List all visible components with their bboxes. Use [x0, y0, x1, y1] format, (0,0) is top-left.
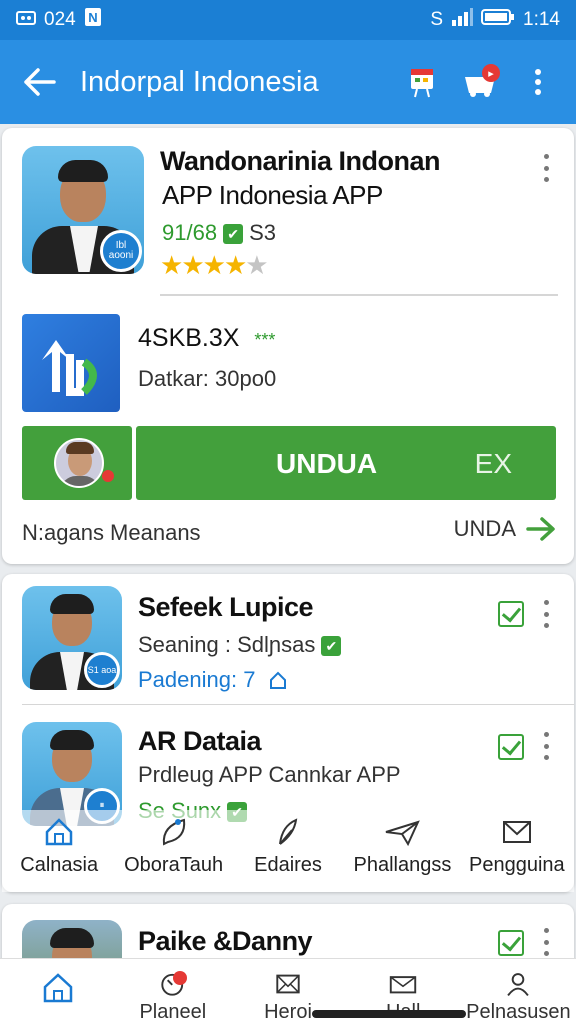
svg-text:N: N [88, 10, 97, 25]
avatar: Ibl aooni [22, 146, 144, 274]
clock: 1:14 [523, 9, 560, 30]
app-name-line2: APP Indonesia APP [162, 180, 383, 210]
checkbox[interactable] [498, 734, 524, 760]
home-icon [43, 973, 72, 1003]
leaf-icon [162, 818, 185, 846]
arrow-right-icon [526, 517, 555, 541]
voicemail-icon [16, 9, 36, 31]
more-menu-button[interactable] [518, 62, 558, 102]
open-link[interactable]: UNDA [454, 516, 556, 542]
nav-home[interactable] [0, 959, 115, 1024]
footer-link[interactable]: N:agans Meanans [22, 520, 201, 546]
rating-stars: ★★★★★ [160, 250, 269, 281]
upload-arrow-icon [42, 340, 97, 396]
cart-button[interactable]: ▸ [460, 62, 500, 102]
star-icon: ★ [202, 250, 226, 280]
avatar [54, 438, 104, 488]
app-size: 4SKB.3X *** [138, 324, 276, 352]
tab-phallangss[interactable]: Phallangss [345, 810, 459, 892]
item-title: Sefeek Lupice [138, 592, 314, 622]
battery-icon [481, 8, 515, 32]
tab-bar: Calnasia OboraTauh Edaires Phallangss Pe… [2, 810, 574, 892]
user-icon [507, 973, 530, 997]
featured-card[interactable]: Ibl aooni Wandonarinia Indonan APP Indon… [2, 128, 574, 564]
avatar: S1 aoa [22, 586, 122, 690]
download-button[interactable]: UNDUA EX [136, 426, 556, 500]
star-empty-icon: ★ [245, 250, 268, 280]
tab-pengguina[interactable]: Pengguina [460, 810, 574, 892]
app-logo [22, 314, 120, 412]
item-title: Paike &Danny [138, 926, 313, 956]
nav-planeel[interactable]: Planeel [115, 959, 230, 1024]
list-item[interactable]: Paike &Danny [2, 904, 574, 1020]
home-outline-icon [269, 671, 286, 689]
home-indicator[interactable] [312, 1010, 466, 1018]
tab-edaires[interactable]: Edaires [231, 810, 345, 892]
checkbox[interactable] [498, 601, 524, 627]
app-detail: Datkar: 30po0 [138, 366, 277, 391]
notification-icon: N [84, 7, 102, 33]
item-menu-button[interactable] [536, 924, 556, 960]
verified-icon: ✔ [223, 224, 244, 245]
plane-icon [386, 820, 421, 847]
card-menu-button[interactable] [536, 150, 556, 186]
divider [22, 704, 574, 705]
tab-calnasia[interactable]: Calnasia [2, 810, 116, 892]
tab-oboratauh[interactable]: OboraTauh [116, 810, 230, 892]
star-icon: ★ [223, 250, 247, 280]
star-icon: ★ [181, 250, 204, 280]
list-item[interactable]: S1 aoa Sefeek Lupice Seaning : Sdlɲsas ✔ … [2, 574, 574, 704]
page-title: Indorpal Indonesia [80, 65, 319, 98]
verified-icon: ✔ [321, 636, 342, 657]
mail-icon [502, 821, 531, 843]
app-meta: 91/68 ✔ S3 [162, 220, 276, 245]
star-icon: ★ [160, 250, 183, 280]
nav-pelnasusen[interactable]: Pelnasusen [461, 959, 576, 1024]
arrow-left-icon [24, 68, 56, 96]
item-menu-button[interactable] [536, 596, 556, 632]
avatar-badge: Ibl aooni [100, 230, 142, 272]
home-icon [45, 818, 73, 846]
item-menu-button[interactable] [536, 728, 556, 764]
envelope-icon [390, 976, 417, 994]
feather-icon [279, 818, 298, 845]
checkbox[interactable] [498, 930, 524, 956]
avatar-badge: S1 aoa [84, 652, 120, 688]
item-status: Padening: 7 [138, 667, 288, 693]
mail-icon [276, 974, 300, 994]
more-vertical-icon [535, 69, 541, 95]
notification-dot [102, 470, 114, 482]
app-bar: Indorpal Indonesia ▸ [0, 40, 576, 124]
list-card: S1 aoa Sefeek Lupice Seaning : Sdlɲsas ✔ … [2, 574, 574, 892]
back-button[interactable] [0, 40, 80, 124]
divider [160, 294, 558, 296]
item-title: AR Dataia [138, 726, 262, 756]
item-subtitle: Seaning : Sdlɲsas ✔ [138, 632, 347, 658]
status-bar: 024 N S 1:14 [0, 0, 576, 40]
app-name-line1: Wandonarinia Indonan [160, 146, 441, 176]
profile-button[interactable] [22, 426, 132, 500]
calendar-icon [411, 69, 433, 98]
cart-badge: ▸ [482, 64, 500, 82]
bottom-nav: Planeel Heroi Hall Pelnasusen [0, 958, 576, 1024]
signal-icon [451, 8, 474, 32]
status-text: 024 [44, 9, 76, 30]
calendar-button[interactable] [402, 62, 442, 102]
sim-label: S [430, 9, 444, 30]
item-subtitle: Prdleug APP Cannkar APP [138, 762, 401, 787]
